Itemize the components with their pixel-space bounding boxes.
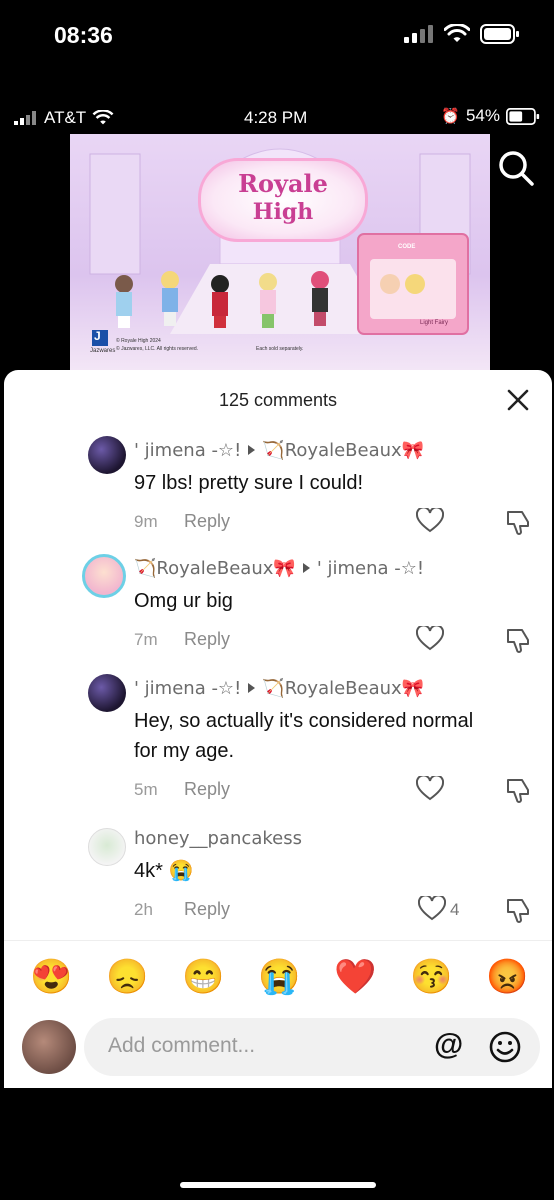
like-heart-icon[interactable] xyxy=(418,896,446,922)
comments-count-title: 125 comments xyxy=(218,390,338,410)
comment-text-line-1: Hey, so actually it's considered normal xyxy=(134,710,474,732)
mention-button[interactable]: @ xyxy=(434,1028,463,1062)
outer-status-icons xyxy=(404,24,520,44)
comment-item: ' jimena -☆! 🏹RoyaleBeaux🎀 97 lbs! pretty… xyxy=(4,432,552,542)
comment-time: 2h xyxy=(134,900,153,919)
box-code: CODE xyxy=(398,244,416,250)
publisher-mark: J xyxy=(94,329,101,343)
comment-input[interactable]: Add comment... @ xyxy=(84,1018,540,1076)
avatar[interactable] xyxy=(88,674,126,712)
emoji-quick-bar: 😍 😞 😁 😭 ❤️ 😚 😡 xyxy=(4,940,552,1015)
emoji-angry[interactable]: 😡 xyxy=(486,957,528,997)
dislike-icon[interactable] xyxy=(504,508,532,536)
comment-input-placeholder: Add comment... xyxy=(108,1034,256,1057)
comment-time: 7m xyxy=(134,630,158,649)
publisher-name: Jazwares xyxy=(90,348,116,354)
wifi-icon xyxy=(444,24,470,42)
inner-carrier: AT&T xyxy=(14,108,114,128)
copyright-line-2: © Jazwares, LLC. All rights reserved. xyxy=(116,346,199,352)
outer-status-time: 08:36 xyxy=(54,22,113,48)
like-heart-icon[interactable] xyxy=(416,508,444,534)
video-banner[interactable]: Royale High J Jazwares © Royale High 202… xyxy=(70,134,490,370)
battery-percent: 54% xyxy=(465,106,500,125)
comment-time: 9m xyxy=(134,512,158,531)
like-heart-icon[interactable] xyxy=(416,776,444,802)
battery-icon xyxy=(506,107,540,125)
comment-text-line-2: for my age. xyxy=(134,740,235,762)
reply-caret-icon xyxy=(248,445,256,455)
dislike-icon[interactable] xyxy=(504,776,532,804)
emoji-grin[interactable]: 😁 xyxy=(182,957,224,997)
logo-line-2: High xyxy=(252,199,314,225)
cellular-signal-icon xyxy=(14,111,36,125)
comment-item: ' jimena -☆! 🏹RoyaleBeaux🎀 Hey, so actual… xyxy=(4,670,552,810)
my-avatar xyxy=(22,1020,76,1074)
close-icon[interactable] xyxy=(504,386,532,414)
comment-reply-to[interactable]: 🏹RoyaleBeaux🎀 xyxy=(262,678,424,699)
carrier-name: AT&T xyxy=(44,108,87,127)
emoji-sob[interactable]: 😭 xyxy=(258,957,300,997)
reply-caret-icon xyxy=(302,563,310,573)
comment-author[interactable]: ' jimena -☆! xyxy=(134,678,241,699)
emoji-red-heart[interactable]: ❤️ xyxy=(334,957,376,997)
cellular-signal-icon xyxy=(404,25,433,43)
inner-status-bar: AT&T 4:28 PM ⏰ 54% xyxy=(0,104,554,134)
dislike-icon[interactable] xyxy=(504,626,532,654)
comment-time: 5m xyxy=(134,780,158,799)
royale-high-logo: Royale High xyxy=(198,158,368,242)
comment-author-line: ' jimena -☆! 🏹RoyaleBeaux🎀 xyxy=(134,678,424,699)
like-count: 4 xyxy=(450,900,460,919)
comment-text: Omg ur big xyxy=(134,590,233,612)
comment-author-line: ' jimena -☆! 🏹RoyaleBeaux🎀 xyxy=(134,440,424,461)
comment-input-row: Add comment... @ xyxy=(4,1014,552,1088)
sold-separately: Each sold separately. xyxy=(256,346,304,352)
reply-button[interactable]: Reply xyxy=(184,899,230,920)
inner-status-right: ⏰ 54% xyxy=(441,106,540,126)
comment-reply-to[interactable]: 🏹RoyaleBeaux🎀 xyxy=(262,440,424,461)
comment-author[interactable]: honey__pancakess xyxy=(134,828,302,849)
comment-author[interactable]: 🏹RoyaleBeaux🎀 xyxy=(134,558,296,579)
comment-item: 🏹RoyaleBeaux🎀 ' jimena -☆! Omg ur big 7m … xyxy=(4,550,552,660)
reply-caret-icon xyxy=(248,683,256,693)
comment-text: 97 lbs! pretty sure I could! xyxy=(134,472,364,494)
inner-status-time: 4:28 PM xyxy=(244,108,308,127)
alarm-icon: ⏰ xyxy=(441,108,460,125)
comment-author-line: 🏹RoyaleBeaux🎀 ' jimena -☆! xyxy=(134,558,424,579)
avatar[interactable] xyxy=(88,436,126,474)
comment-item: honey__pancakess 4k* 😭 2h Reply 4 xyxy=(4,822,552,932)
reply-button[interactable]: Reply xyxy=(184,779,230,800)
home-indicator[interactable] xyxy=(180,1182,376,1188)
comment-author[interactable]: ' jimena -☆! xyxy=(134,440,241,461)
search-icon[interactable] xyxy=(494,146,538,190)
reply-button[interactable]: Reply xyxy=(184,629,230,650)
logo-line-1: Royale xyxy=(238,169,328,198)
comment-reply-to[interactable]: ' jimena -☆! xyxy=(317,558,424,579)
like-heart-icon[interactable] xyxy=(416,626,444,652)
wifi-icon xyxy=(92,110,114,125)
box-label: Light Fairy xyxy=(420,320,449,326)
emoji-kissing[interactable]: 😚 xyxy=(410,957,452,997)
emoji-heart-eyes[interactable]: 😍 xyxy=(30,957,72,997)
battery-icon xyxy=(480,24,519,44)
avatar[interactable] xyxy=(88,828,126,866)
avatar[interactable] xyxy=(82,554,126,598)
copyright-line-1: © Royale High 2024 xyxy=(116,338,161,344)
emoji-disappointed[interactable]: 😞 xyxy=(106,957,148,997)
dislike-icon[interactable] xyxy=(504,896,532,924)
emoji-picker-icon[interactable] xyxy=(488,1030,522,1064)
reply-button[interactable]: Reply xyxy=(184,511,230,532)
comment-text: 4k* 😭 xyxy=(134,860,194,882)
